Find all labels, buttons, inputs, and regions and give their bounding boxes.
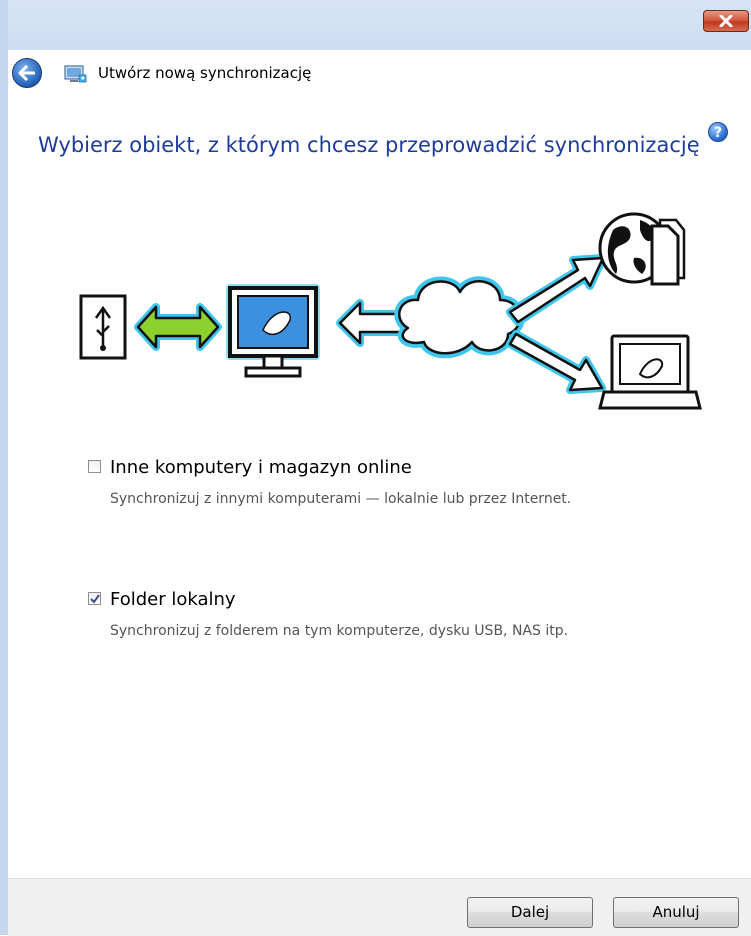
- monitor-icon: [226, 284, 320, 378]
- back-arrow-icon: [18, 65, 35, 81]
- content-area: Wybierz obiekt, z którym chcesz przeprow…: [8, 100, 751, 878]
- close-button[interactable]: [703, 10, 749, 32]
- sync-app-icon: [64, 65, 87, 83]
- arrow-up-right-icon: [506, 254, 607, 326]
- window-title: Utwórz nową synchronizację: [98, 64, 312, 82]
- globe-folder-icon: [598, 212, 686, 286]
- checkmark-icon: [90, 594, 100, 604]
- button-bar: Dalej Anuluj: [8, 878, 751, 936]
- cancel-button[interactable]: Anuluj: [613, 897, 739, 928]
- window-frame-left: [0, 0, 8, 935]
- local-folder-option-description: Synchronizuj z folderem na tym komputerz…: [110, 623, 569, 639]
- online-checkbox[interactable]: [88, 460, 101, 473]
- local-folder-checkbox[interactable]: [88, 592, 101, 605]
- sync-illustration: [79, 212, 702, 410]
- online-option-description: Synchronizuj z innymi komputerami — loka…: [110, 491, 572, 507]
- cloud-icon: [394, 276, 525, 359]
- double-arrow-icon: [134, 303, 222, 351]
- usb-drive-icon: [79, 294, 127, 360]
- navigation-bar: Utwórz nową synchronizację: [8, 50, 751, 100]
- back-button[interactable]: [12, 58, 42, 88]
- next-button[interactable]: Dalej: [467, 897, 593, 928]
- online-option-label[interactable]: Inne komputery i magazyn online: [110, 457, 412, 478]
- help-icon[interactable]: ?: [708, 122, 728, 142]
- local-folder-option-label[interactable]: Folder lokalny: [110, 589, 236, 610]
- laptop-icon: [598, 334, 702, 410]
- arrow-down-right-icon: [506, 330, 606, 394]
- close-icon: [719, 15, 733, 27]
- page-heading: Wybierz obiekt, z którym chcesz przeprow…: [38, 133, 700, 157]
